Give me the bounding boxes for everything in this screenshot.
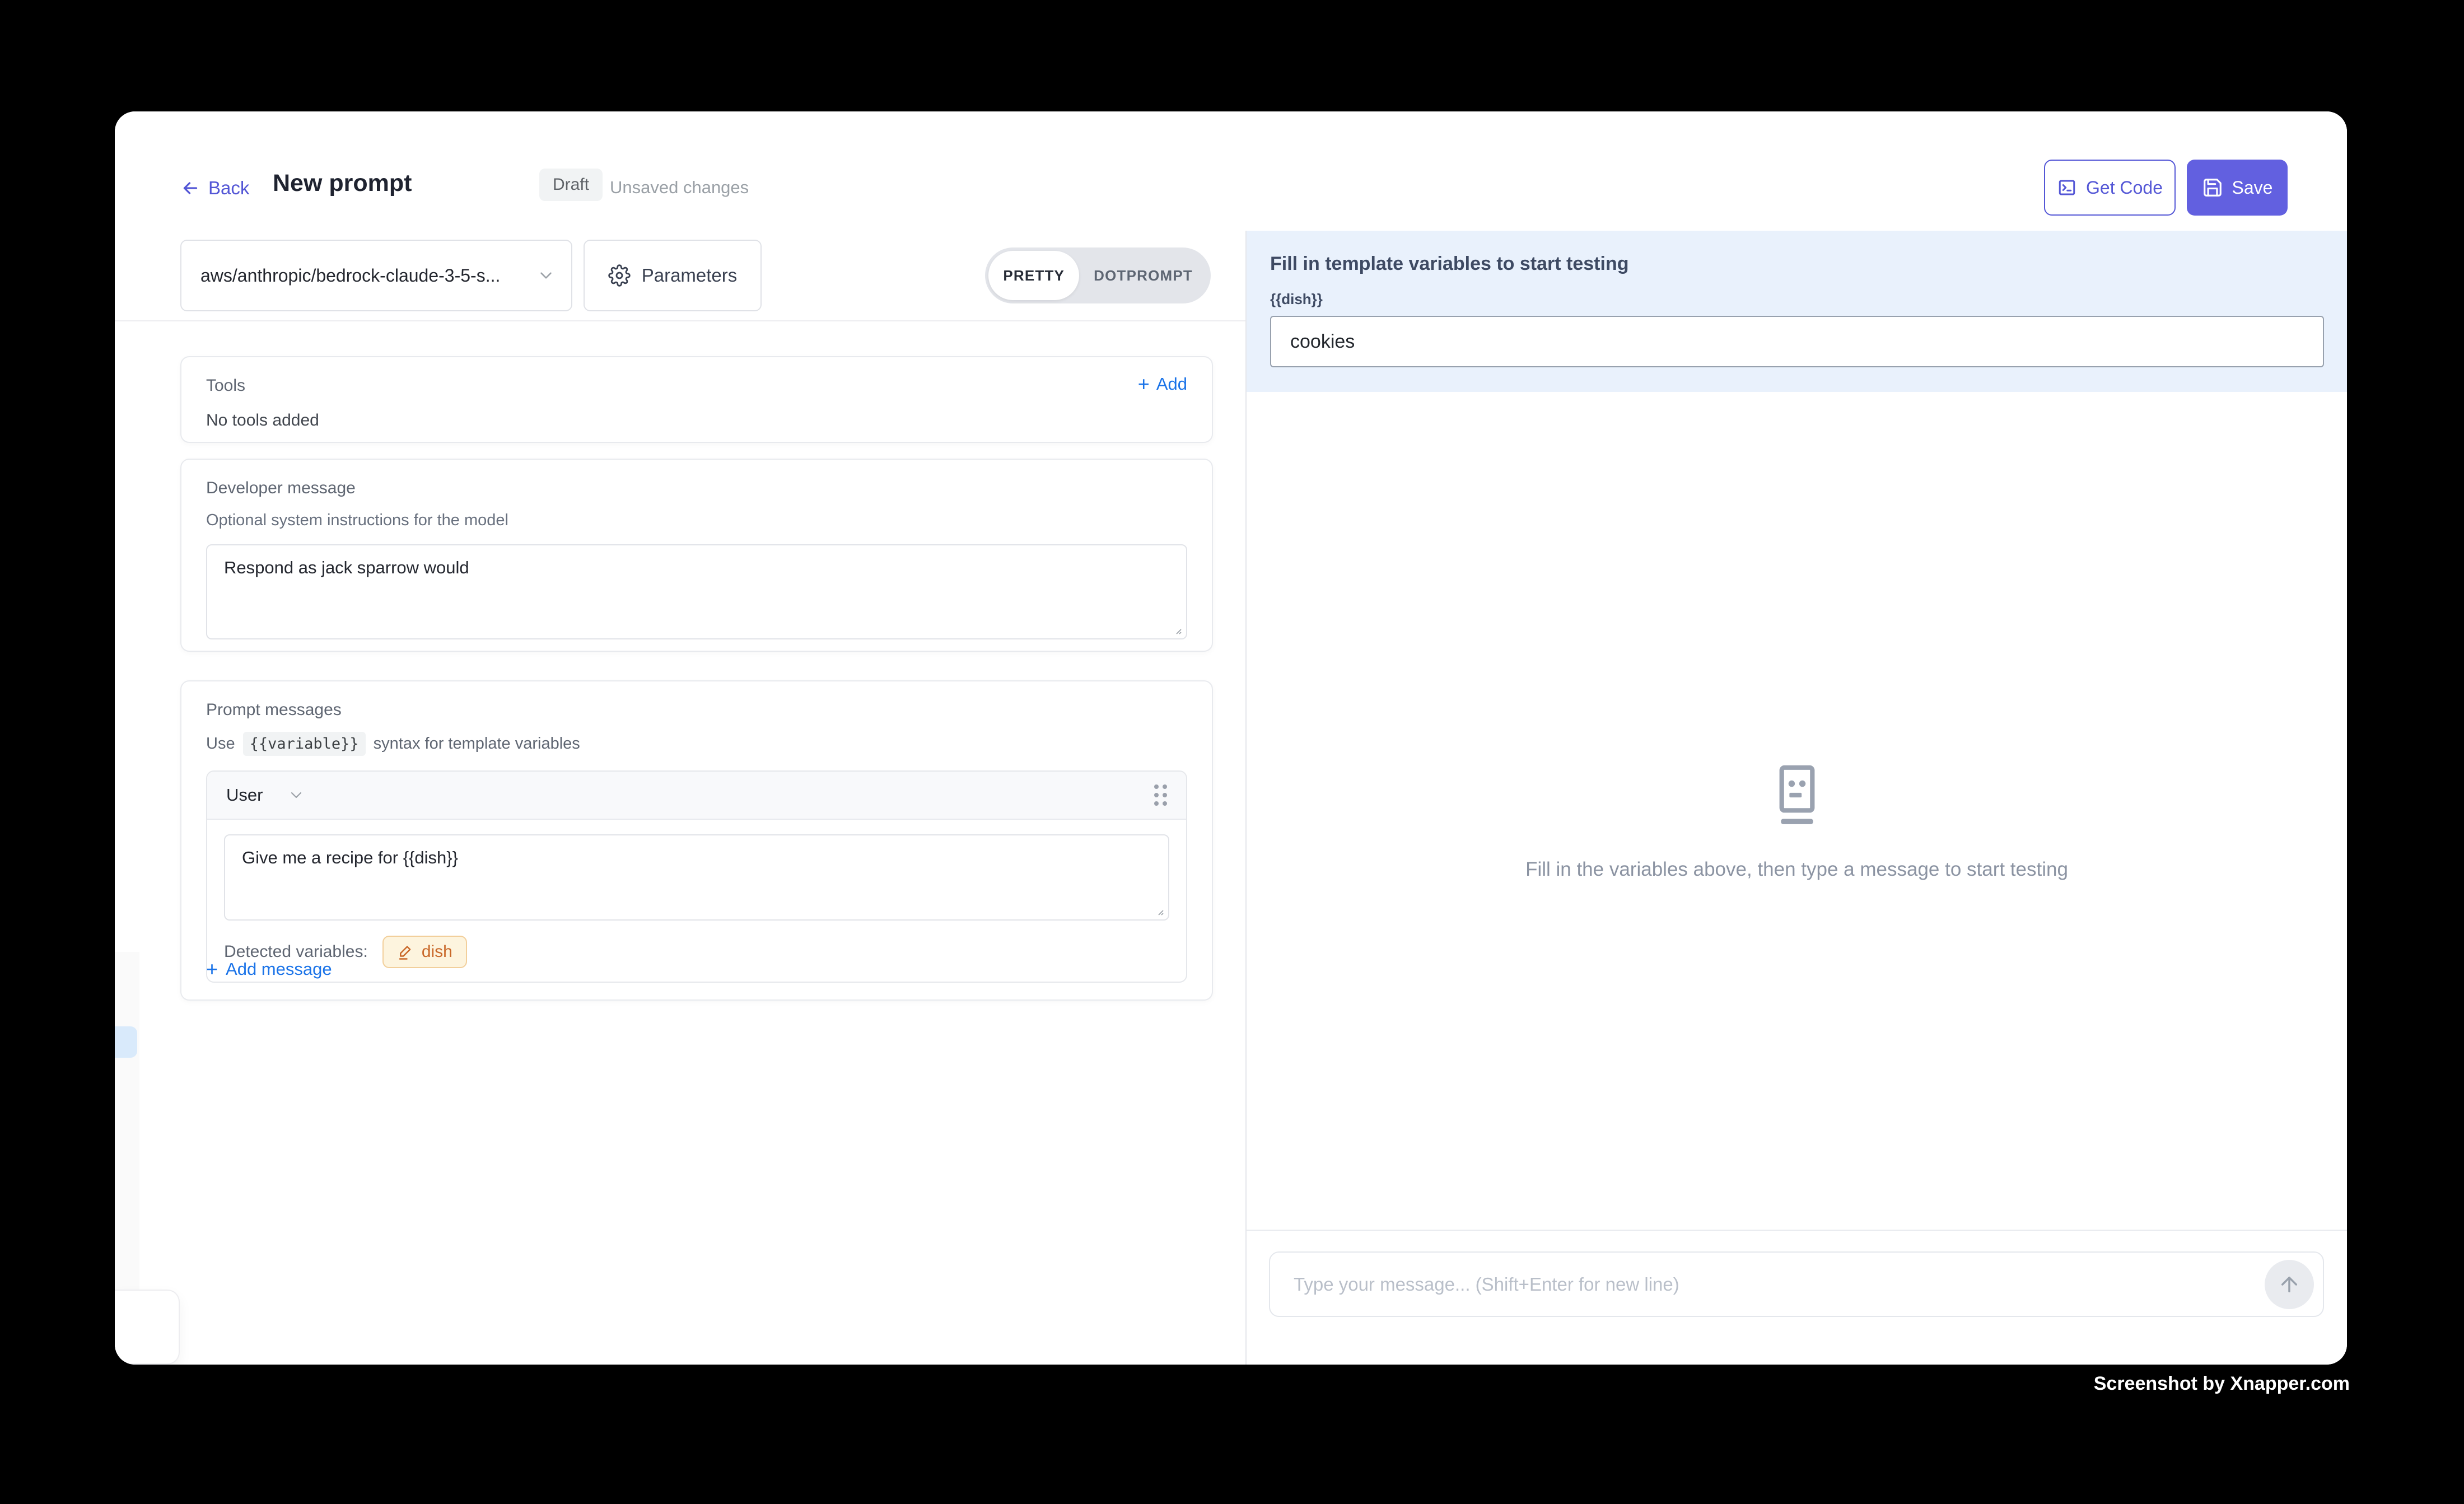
- prompt-messages-card: Prompt messages Use {{variable}} syntax …: [180, 680, 1213, 1001]
- developer-message-title: Developer message: [206, 479, 1187, 498]
- prompt-messages-title: Prompt messages: [206, 700, 1187, 720]
- plus-icon: +: [206, 961, 218, 978]
- chevron-down-icon: [536, 266, 556, 285]
- save-button[interactable]: Save: [2187, 160, 2288, 216]
- hint-suffix: syntax for template variables: [374, 735, 580, 753]
- watermark-text: Screenshot by Xnapper.com: [2094, 1373, 2350, 1395]
- gear-icon: [608, 264, 631, 287]
- save-icon: [2202, 177, 2223, 198]
- variable-value-input[interactable]: [1270, 316, 2324, 367]
- resize-handle-icon[interactable]: [1172, 624, 1183, 636]
- app-header: Back New prompt Draft Unsaved changes Ge…: [115, 111, 2347, 231]
- hint-code: {{variable}}: [243, 732, 366, 756]
- model-selector-value: aws/anthropic/bedrock-claude-3-5-s...: [200, 265, 500, 286]
- save-label: Save: [2232, 178, 2273, 198]
- add-message-button[interactable]: + Add message: [206, 959, 332, 979]
- plus-icon: +: [1138, 376, 1150, 393]
- nav-drawer-sliver: [115, 952, 139, 1291]
- chevron-down-icon[interactable]: [287, 786, 305, 804]
- parameters-label: Parameters: [642, 265, 738, 286]
- nav-drawer-popover: [115, 1290, 180, 1365]
- send-button[interactable]: [2265, 1260, 2314, 1309]
- back-button[interactable]: Back: [180, 178, 249, 199]
- editor-toolbar: aws/anthropic/bedrock-claude-3-5-s... Pa…: [115, 231, 1245, 321]
- back-label: Back: [208, 178, 249, 199]
- variable-chip-label: dish: [422, 942, 452, 961]
- variables-header-title: Fill in template variables to start test…: [1270, 253, 2324, 275]
- robot-face-icon: [1772, 764, 1822, 826]
- page-title: New prompt: [273, 170, 412, 197]
- user-message-textarea[interactable]: Give me a recipe for {{dish}}: [224, 834, 1169, 921]
- variable-name-label: {{dish}}: [1270, 291, 2324, 308]
- add-tool-button[interactable]: + Add: [1138, 374, 1187, 394]
- add-tool-label: Add: [1156, 374, 1187, 394]
- message-body: Give me a recipe for {{dish}} Detected v…: [207, 820, 1186, 982]
- view-mode-toggle: PRETTY DOTPROMPT: [985, 247, 1211, 303]
- empty-state-text: Fill in the variables above, then type a…: [1247, 858, 2347, 881]
- app-window: Back New prompt Draft Unsaved changes Ge…: [115, 111, 2347, 1365]
- hint-prefix: Use: [206, 735, 235, 753]
- template-variables-header: Fill in template variables to start test…: [1247, 231, 2347, 392]
- status-badge: Draft: [539, 169, 603, 201]
- prompt-editor-panel: aws/anthropic/bedrock-claude-3-5-s... Pa…: [115, 231, 1245, 1365]
- empty-state: Fill in the variables above, then type a…: [1247, 764, 2347, 881]
- developer-message-subtitle: Optional system instructions for the mod…: [206, 511, 1187, 530]
- parameters-button[interactable]: Parameters: [584, 240, 762, 311]
- arrow-left-icon: [180, 178, 200, 198]
- variable-chip-dish[interactable]: dish: [382, 936, 467, 968]
- arrow-up-icon: [2278, 1273, 2301, 1296]
- screenshot-background: Back New prompt Draft Unsaved changes Ge…: [0, 0, 2464, 1504]
- test-panel: Fill in template variables to start test…: [1247, 231, 2347, 1365]
- tools-card: Tools + Add No tools added: [180, 356, 1213, 443]
- detected-variables-label: Detected variables:: [224, 942, 368, 961]
- get-code-label: Get Code: [2086, 178, 2163, 198]
- toggle-option-pretty[interactable]: PRETTY: [988, 251, 1079, 300]
- resize-handle-icon[interactable]: [1154, 905, 1165, 917]
- chat-message-input[interactable]: [1275, 1274, 2265, 1295]
- nav-drawer-active-item[interactable]: [115, 1026, 137, 1058]
- tools-empty-text: No tools added: [206, 411, 1187, 430]
- template-variables-hint: Use {{variable}} syntax for template var…: [206, 732, 1187, 756]
- tools-title: Tools: [206, 376, 1187, 395]
- model-selector[interactable]: aws/anthropic/bedrock-claude-3-5-s...: [180, 240, 572, 311]
- message-header: User: [207, 772, 1186, 820]
- chat-input-container: [1269, 1251, 2324, 1317]
- add-message-label: Add message: [226, 959, 332, 979]
- edit-pencil-icon: [397, 943, 414, 960]
- toggle-option-dotprompt[interactable]: DOTPROMPT: [1079, 251, 1207, 300]
- chat-footer-divider: [1247, 1230, 2347, 1231]
- code-terminal-icon: [2057, 178, 2077, 198]
- get-code-button[interactable]: Get Code: [2044, 160, 2176, 216]
- message-block: User Give me a recipe for {{dish}}: [206, 770, 1187, 983]
- detected-variables-row: Detected variables: dish: [224, 936, 1169, 968]
- drag-handle-icon[interactable]: [1154, 784, 1167, 806]
- developer-message-card: Developer message Optional system instru…: [180, 459, 1213, 652]
- role-selector-value: User: [226, 785, 263, 805]
- developer-message-textarea[interactable]: Respond as jack sparrow would: [206, 544, 1187, 639]
- unsaved-changes-text: Unsaved changes: [610, 178, 749, 198]
